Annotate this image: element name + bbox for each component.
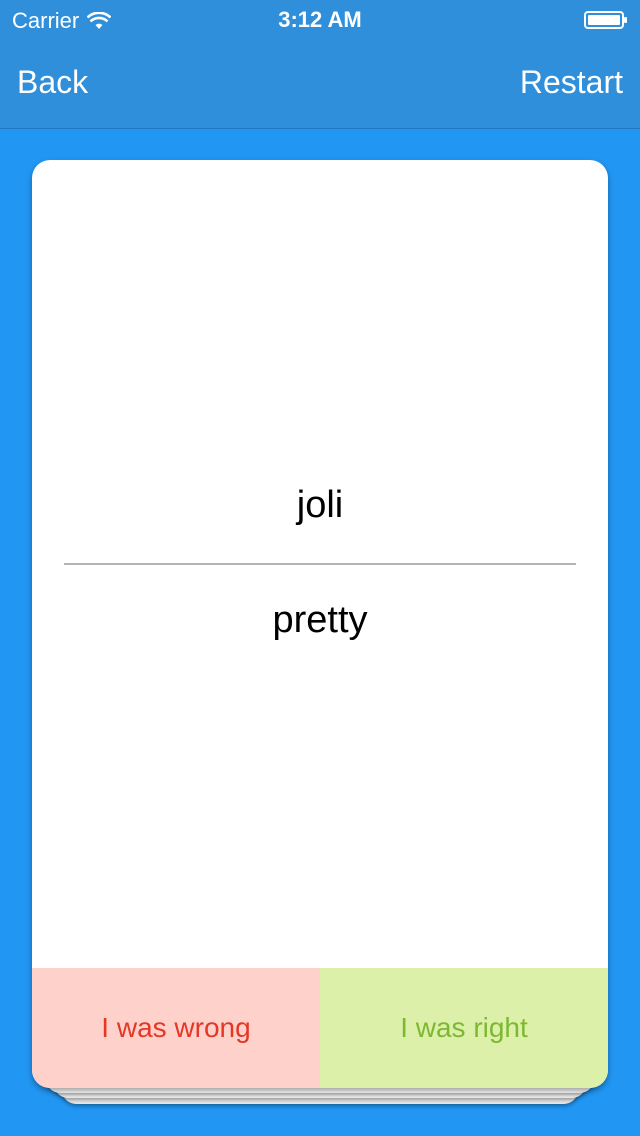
card-divider [64,563,576,565]
wrong-button[interactable]: I was wrong [32,968,320,1088]
restart-button[interactable]: Restart [520,64,623,101]
right-button[interactable]: I was right [320,968,608,1088]
back-button[interactable]: Back [17,64,88,101]
status-bar: Carrier 3:12 AM [0,0,640,40]
card-back-text: pretty [272,599,368,641]
battery-icon [584,11,628,29]
answer-buttons: I was wrong I was right [32,968,608,1088]
navigation-bar: Back Restart [0,40,640,129]
status-time: 3:12 AM [278,7,362,32]
flashcard[interactable]: joli pretty I was wrong I was right [32,160,608,1088]
card-front-text: joli [296,484,344,526]
